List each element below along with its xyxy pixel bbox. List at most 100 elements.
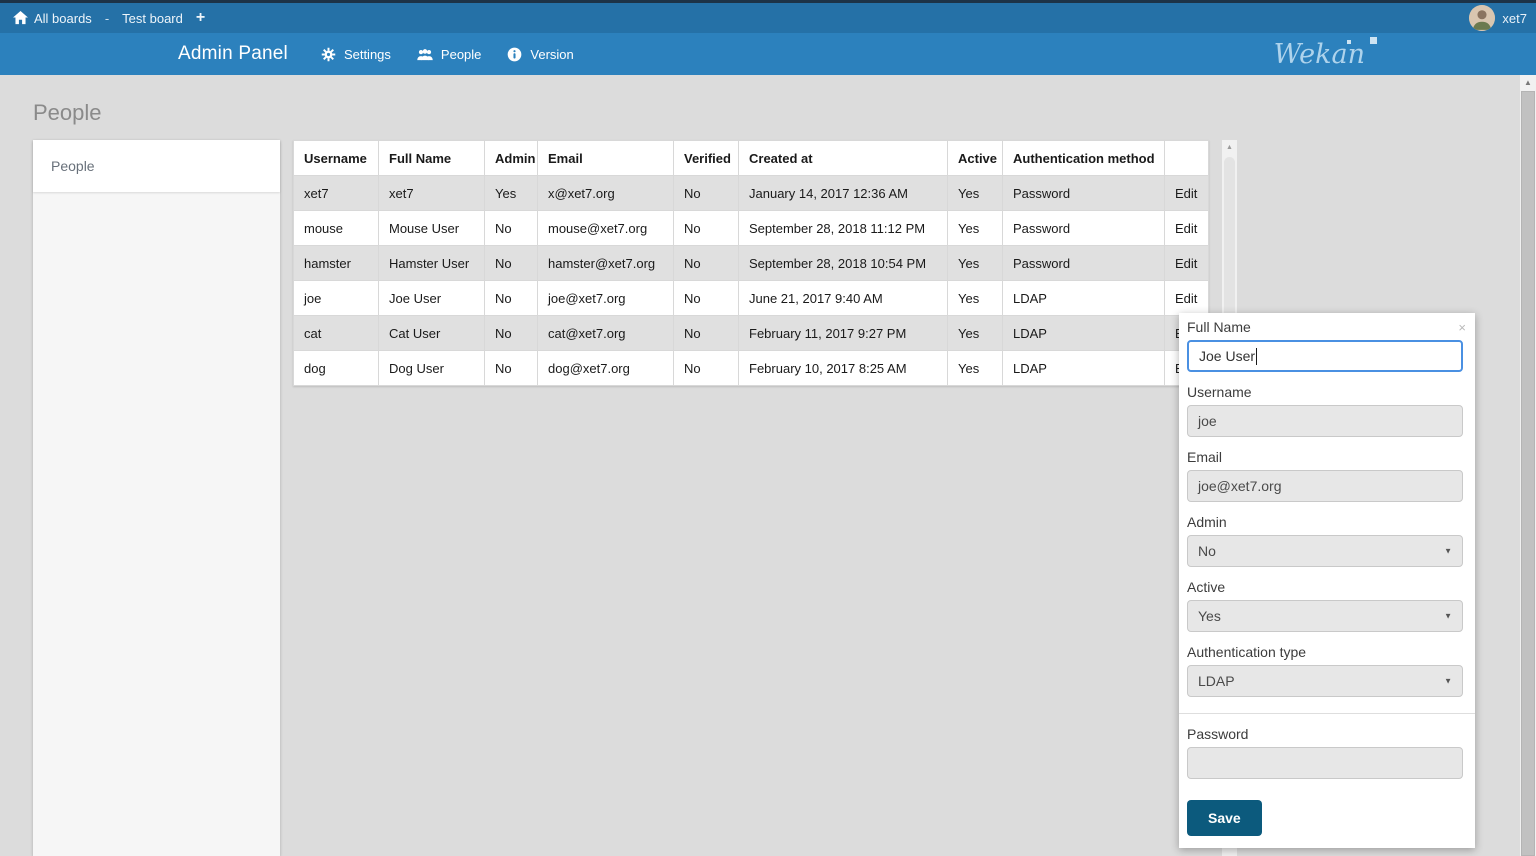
cell-username: cat xyxy=(294,316,379,351)
nav-item-settings[interactable]: Settings xyxy=(308,47,404,62)
table-row: mouse Mouse User No mouse@xet7.org No Se… xyxy=(294,211,1209,246)
cell-full-name: Dog User xyxy=(379,351,485,386)
add-board-button[interactable]: + xyxy=(196,10,205,26)
all-boards-label: All boards xyxy=(34,11,92,26)
col-active: Active xyxy=(948,141,1003,176)
cell-active: Yes xyxy=(948,281,1003,316)
scroll-up-arrow-icon: ▲ xyxy=(1520,75,1536,87)
gear-icon xyxy=(321,47,336,62)
edit-link[interactable]: Edit xyxy=(1175,186,1197,201)
col-email: Email xyxy=(538,141,674,176)
table-header-row: Username Full Name Admin Email Verified … xyxy=(294,141,1209,176)
edit-link[interactable]: Edit xyxy=(1175,221,1197,236)
cell-auth-method: Password xyxy=(1003,176,1165,211)
admin-selected-value: No xyxy=(1198,543,1216,559)
cell-username: mouse xyxy=(294,211,379,246)
col-admin: Admin xyxy=(485,141,538,176)
cell-username: hamster xyxy=(294,246,379,281)
cell-auth-method: LDAP xyxy=(1003,281,1165,316)
edit-link[interactable]: Edit xyxy=(1175,291,1197,306)
close-icon[interactable]: × xyxy=(1458,321,1466,334)
cell-active: Yes xyxy=(948,211,1003,246)
board-link[interactable]: Test board xyxy=(122,11,183,26)
username-input[interactable]: joe xyxy=(1187,405,1463,437)
user-avatar xyxy=(1469,5,1495,31)
edit-link[interactable]: Edit xyxy=(1175,256,1197,271)
cell-username: dog xyxy=(294,351,379,386)
auth-type-select[interactable]: LDAP ▼ xyxy=(1187,665,1463,697)
admin-sidebar: People xyxy=(33,140,280,856)
col-auth-method: Authentication method xyxy=(1003,141,1165,176)
cell-auth-method: LDAP xyxy=(1003,351,1165,386)
page-title: People xyxy=(33,100,102,126)
col-verified: Verified xyxy=(674,141,739,176)
save-button[interactable]: Save xyxy=(1187,800,1262,836)
cell-full-name: Joe User xyxy=(379,281,485,316)
cell-auth-method: Password xyxy=(1003,246,1165,281)
edit-user-popup: × Full Name Joe User Username joe Email … xyxy=(1179,313,1475,848)
cell-verified: No xyxy=(674,176,739,211)
full-name-value: Joe User xyxy=(1199,348,1255,364)
chevron-down-icon: ▼ xyxy=(1444,547,1452,556)
cell-username: xet7 xyxy=(294,176,379,211)
cell-verified: No xyxy=(674,211,739,246)
nav-version-label: Version xyxy=(530,47,573,62)
admin-panel-title: Admin Panel xyxy=(178,43,288,65)
logo-square-icon xyxy=(1370,37,1377,44)
full-name-label: Full Name xyxy=(1187,319,1463,335)
chevron-down-icon: ▼ xyxy=(1444,677,1452,686)
form-divider xyxy=(1179,713,1475,714)
cell-verified: No xyxy=(674,316,739,351)
people-icon xyxy=(417,48,433,61)
cell-full-name: Mouse User xyxy=(379,211,485,246)
cell-verified: No xyxy=(674,246,739,281)
active-label: Active xyxy=(1187,579,1463,595)
breadcrumb-separator: - xyxy=(105,11,109,26)
chevron-down-icon: ▼ xyxy=(1444,612,1452,621)
wekan-logo-text: Wekan xyxy=(1274,39,1365,70)
cell-auth-method: LDAP xyxy=(1003,316,1165,351)
active-select[interactable]: Yes ▼ xyxy=(1187,600,1463,632)
user-menu[interactable]: xet7 xyxy=(1469,5,1536,31)
table-row: joe Joe User No joe@xet7.org No June 21,… xyxy=(294,281,1209,316)
cell-admin: No xyxy=(485,316,538,351)
wekan-logo: Wekan xyxy=(1274,41,1365,68)
plus-icon: + xyxy=(196,10,205,26)
page-scrollbar-thumb[interactable] xyxy=(1521,91,1535,856)
top-header-bar: All boards - Test board + xet7 xyxy=(0,0,1536,33)
cell-active: Yes xyxy=(948,176,1003,211)
email-label: Email xyxy=(1187,449,1463,465)
nav-item-version[interactable]: Version xyxy=(494,47,586,62)
scroll-up-arrow-icon: ▲ xyxy=(1222,140,1237,151)
nav-item-people[interactable]: People xyxy=(404,47,494,62)
auth-type-selected-value: LDAP xyxy=(1198,673,1235,689)
cell-active: Yes xyxy=(948,351,1003,386)
cell-email: cat@xet7.org xyxy=(538,316,674,351)
cell-full-name: xet7 xyxy=(379,176,485,211)
cell-admin: No xyxy=(485,281,538,316)
username-label: xet7 xyxy=(1502,11,1527,26)
email-input[interactable]: joe@xet7.org xyxy=(1187,470,1463,502)
sidebar-people-label: People xyxy=(51,158,95,174)
password-label: Password xyxy=(1187,726,1463,742)
info-icon xyxy=(507,47,522,62)
password-input[interactable] xyxy=(1187,747,1463,779)
cell-created-at: June 21, 2017 9:40 AM xyxy=(739,281,948,316)
cell-created-at: January 14, 2017 12:36 AM xyxy=(739,176,948,211)
page-scrollbar[interactable]: ▲ xyxy=(1520,75,1536,856)
username-label: Username xyxy=(1187,384,1463,400)
cell-admin: No xyxy=(485,351,538,386)
full-name-input[interactable]: Joe User xyxy=(1187,340,1463,372)
admin-select[interactable]: No ▼ xyxy=(1187,535,1463,567)
admin-nav-bar: Admin Panel xyxy=(0,33,1536,75)
sidebar-item-people[interactable]: People xyxy=(33,140,280,192)
cell-email: dog@xet7.org xyxy=(538,351,674,386)
cell-email: x@xet7.org xyxy=(538,176,674,211)
table-row: cat Cat User No cat@xet7.org No February… xyxy=(294,316,1209,351)
admin-label: Admin xyxy=(1187,514,1463,530)
users-table: Username Full Name Admin Email Verified … xyxy=(293,140,1209,386)
all-boards-link[interactable]: All boards xyxy=(13,11,92,26)
cell-username: joe xyxy=(294,281,379,316)
cell-full-name: Cat User xyxy=(379,316,485,351)
cell-verified: No xyxy=(674,351,739,386)
